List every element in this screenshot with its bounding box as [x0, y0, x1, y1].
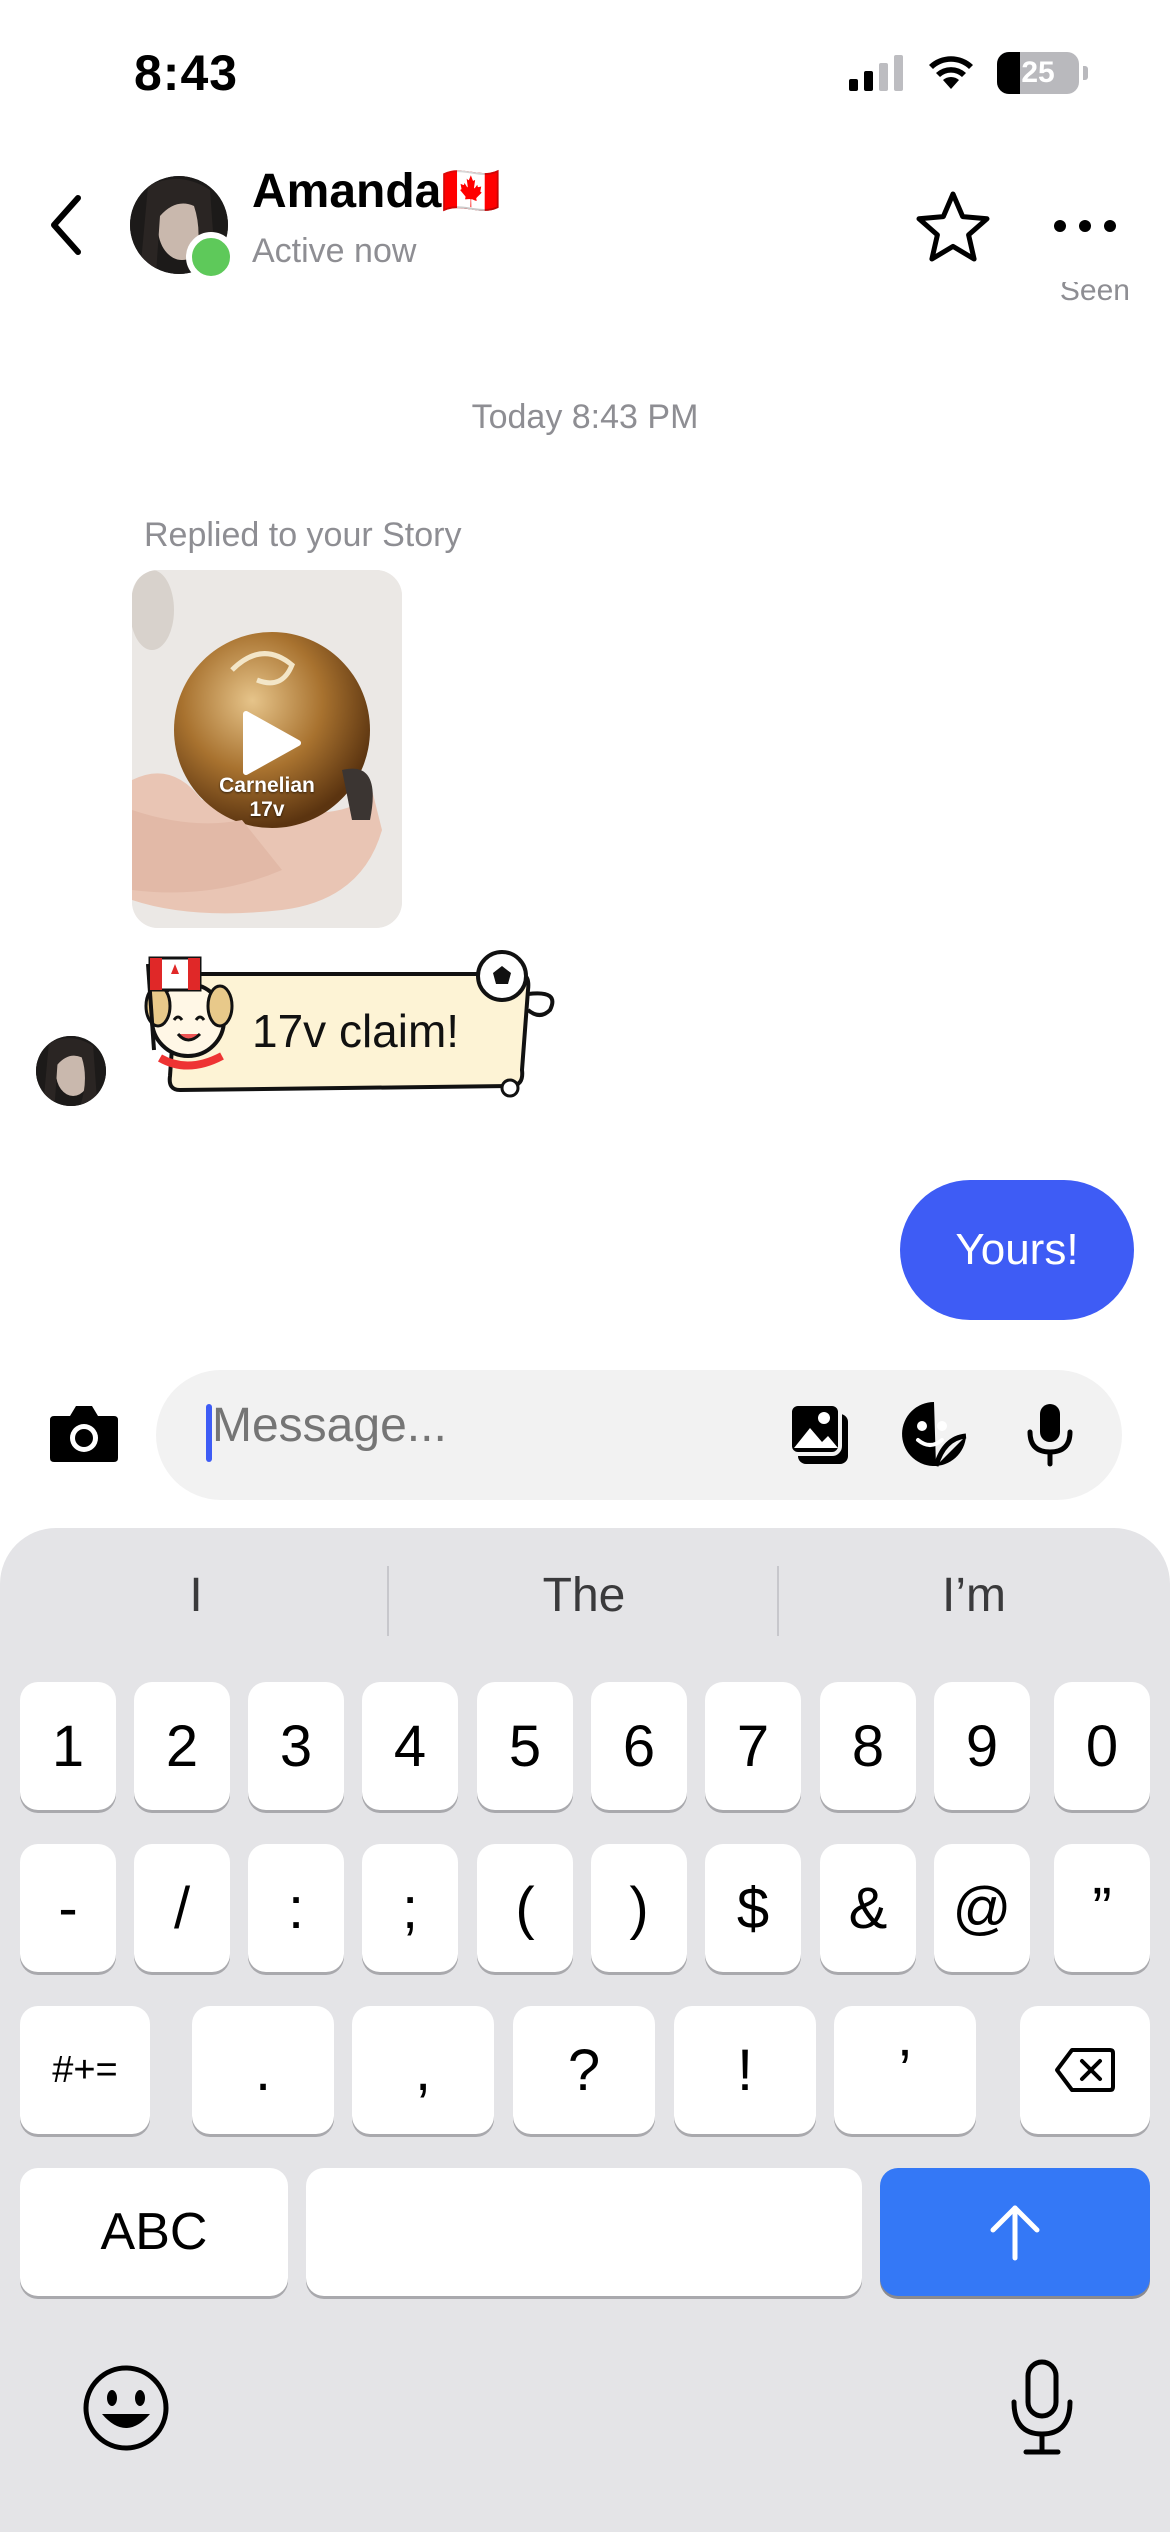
date-stamp: Today 8:43 PM [471, 398, 699, 436]
gallery-icon[interactable] [786, 1400, 854, 1468]
status-time: 8:43 [134, 45, 239, 101]
abc-key[interactable]: ABC [20, 2168, 288, 2296]
message-input[interactable] [212, 1398, 732, 1453]
sender-avatar[interactable] [36, 1036, 106, 1106]
story-caption-line1: Carnelian [219, 774, 315, 797]
suggestion-2[interactable]: The [434, 1568, 734, 1623]
signal-icon [849, 55, 903, 91]
key-quote[interactable]: ” [1054, 1844, 1150, 1972]
dictation-icon[interactable] [1004, 2358, 1080, 2458]
delete-key[interactable] [1020, 2006, 1150, 2134]
suggestion-1[interactable]: I [46, 1568, 346, 1623]
story-thumbnail[interactable]: Carnelian 17v [132, 570, 402, 928]
seen-indicator-partial: Seen [1059, 282, 1130, 307]
sticker-icon[interactable] [900, 1400, 968, 1468]
key-hyphen[interactable]: - [20, 1844, 116, 1972]
space-key[interactable] [306, 2168, 862, 2296]
key-2[interactable]: 2 [134, 1682, 230, 1810]
avatar-photo [36, 1036, 106, 1106]
camera-icon[interactable] [48, 1402, 120, 1464]
battery-level: 25 [1021, 56, 1055, 89]
key-close-paren[interactable]: ) [591, 1844, 687, 1972]
key-at[interactable]: @ [934, 1844, 1030, 1972]
key-slash[interactable]: / [134, 1844, 230, 1972]
send-key[interactable] [880, 2168, 1150, 2296]
backspace-icon [1055, 2048, 1115, 2092]
outgoing-message-bubble[interactable]: Yours! [900, 1180, 1134, 1320]
key-0[interactable]: 0 [1054, 1682, 1150, 1810]
key-semicolon[interactable]: ; [362, 1844, 458, 1972]
more-options-icon[interactable] [1050, 206, 1120, 246]
star-icon[interactable] [914, 188, 992, 266]
status-icons: 25 [849, 52, 1088, 94]
back-chevron-icon[interactable] [40, 190, 96, 260]
story-caption-line2: 17v [249, 798, 285, 821]
contact-status: Active now [252, 232, 417, 270]
battery-icon: 25 [997, 52, 1079, 94]
key-1[interactable]: 1 [20, 1682, 116, 1810]
play-icon[interactable] [240, 710, 302, 776]
symbols-key[interactable]: #+= [20, 2006, 150, 2134]
key-6[interactable]: 6 [591, 1682, 687, 1810]
outgoing-message-text: Yours! [955, 1225, 1079, 1274]
key-9[interactable]: 9 [934, 1682, 1030, 1810]
key-5[interactable]: 5 [477, 1682, 573, 1810]
key-colon[interactable]: : [248, 1844, 344, 1972]
online-indicator [186, 232, 236, 282]
story-reply-label: Replied to your Story [144, 516, 462, 554]
story-caption: Carnelian 17v [132, 774, 402, 822]
key-3[interactable]: 3 [248, 1682, 344, 1810]
emoji-keyboard-icon[interactable] [80, 2362, 172, 2454]
key-ampersand[interactable]: & [820, 1844, 916, 1972]
suggestion-divider [777, 1566, 779, 1636]
key-8[interactable]: 8 [820, 1682, 916, 1810]
wifi-icon [929, 56, 973, 89]
key-7[interactable]: 7 [705, 1682, 801, 1810]
key-4[interactable]: 4 [362, 1682, 458, 1810]
arrow-up-icon [990, 2205, 1040, 2261]
suggestion-3[interactable]: I’m [824, 1568, 1124, 1623]
suggestion-divider [387, 1566, 389, 1636]
microphone-icon[interactable] [1016, 1400, 1084, 1468]
key-dollar[interactable]: $ [705, 1844, 801, 1972]
key-comma[interactable]: , [352, 2006, 494, 2134]
key-question[interactable]: ? [513, 2006, 655, 2134]
contact-name[interactable]: Amanda🇨🇦 [252, 162, 501, 219]
incoming-message-text: 17v claim! [252, 1005, 460, 1057]
battery-tip [1083, 66, 1088, 80]
key-period[interactable]: . [192, 2006, 334, 2134]
key-open-paren[interactable]: ( [477, 1844, 573, 1972]
key-exclamation[interactable]: ! [674, 2006, 816, 2134]
key-apostrophe[interactable]: ’ [834, 2006, 976, 2134]
